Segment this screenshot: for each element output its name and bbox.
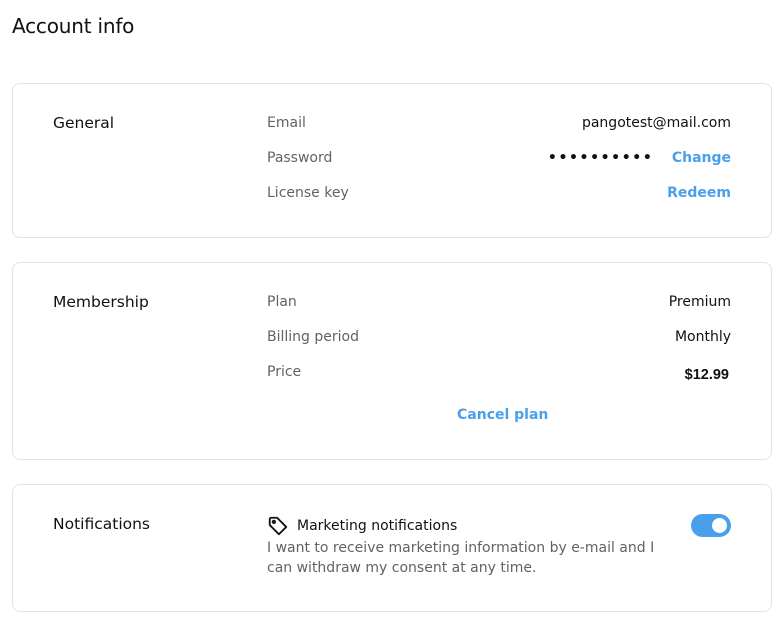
marketing-notifications-toggle[interactable] [691, 514, 731, 537]
notifications-section-title: Notifications [53, 515, 151, 533]
billing-period-value: Monthly [674, 329, 731, 345]
price-value: $12.99 [684, 367, 729, 383]
billing-period-label: Billing period [267, 329, 359, 345]
tag-icon [267, 515, 289, 537]
license-key-label: License key [267, 185, 349, 201]
email-label: Email [267, 115, 306, 131]
email-value: pangotest@mail.com [581, 115, 731, 131]
password-masked-value: •••••••••• [547, 150, 654, 166]
general-section-title: General [53, 114, 115, 132]
plan-value: Premium [668, 294, 731, 310]
password-row-value: •••••••••• Change [548, 150, 731, 166]
change-password-link[interactable]: Change [672, 150, 731, 166]
general-card: General Email pangotest@mail.com Passwor… [12, 83, 772, 238]
page-title: Account info [12, 14, 135, 38]
membership-section-title: Membership [53, 293, 149, 311]
notifications-card: Notifications Marketing notifications I … [12, 484, 772, 612]
cancel-plan-link[interactable]: Cancel plan [457, 407, 548, 423]
redeem-license-link[interactable]: Redeem [667, 185, 731, 201]
marketing-notifications-header: Marketing notifications [267, 515, 457, 537]
marketing-notifications-description: I want to receive marketing information … [267, 540, 655, 576]
marketing-notifications-title: Marketing notifications [297, 518, 458, 534]
price-label: Price [267, 364, 302, 380]
membership-card: Membership Plan Premium Billing period M… [12, 262, 772, 460]
plan-label: Plan [267, 294, 297, 310]
license-key-row-value: Redeem [667, 185, 731, 201]
toggle-knob [712, 518, 727, 533]
password-label: Password [267, 150, 333, 166]
